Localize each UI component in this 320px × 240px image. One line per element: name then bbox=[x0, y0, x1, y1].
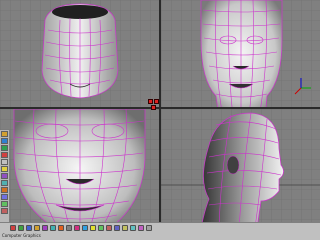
viewport-perspective[interactable] bbox=[0, 0, 159, 118]
cube-icon[interactable] bbox=[1, 194, 8, 200]
undo-icon[interactable] bbox=[10, 225, 16, 231]
timeline-icon[interactable] bbox=[138, 225, 144, 231]
keyframe-icon[interactable] bbox=[130, 225, 136, 231]
tool-palette bbox=[0, 130, 9, 228]
front-zoom-wireframe bbox=[0, 109, 159, 228]
viewport-front[interactable] bbox=[161, 0, 320, 118]
bottom-toolbar bbox=[0, 222, 320, 240]
camera-icon[interactable] bbox=[90, 225, 96, 231]
viewport-divider-vertical[interactable] bbox=[159, 0, 161, 228]
render-icon[interactable] bbox=[1, 180, 8, 186]
light-icon[interactable] bbox=[1, 166, 8, 172]
viewport-controls bbox=[147, 98, 161, 112]
cube-icon[interactable] bbox=[34, 225, 40, 231]
redo-icon[interactable] bbox=[18, 225, 24, 231]
front-wireframe bbox=[161, 0, 320, 118]
texture-icon[interactable] bbox=[106, 225, 112, 231]
torus-icon[interactable] bbox=[58, 225, 64, 231]
cone-icon[interactable] bbox=[1, 208, 8, 214]
render-icon[interactable] bbox=[98, 225, 104, 231]
plane-icon[interactable] bbox=[66, 225, 72, 231]
snap-icon[interactable] bbox=[151, 105, 156, 110]
light-icon[interactable] bbox=[82, 225, 88, 231]
sphere-icon[interactable] bbox=[1, 187, 8, 193]
rotate-icon[interactable] bbox=[1, 145, 8, 151]
settings-icon[interactable] bbox=[146, 225, 152, 231]
scale-icon[interactable] bbox=[1, 152, 8, 158]
perspective-wireframe bbox=[0, 0, 159, 118]
cylinder-icon[interactable] bbox=[42, 225, 48, 231]
record-icon[interactable] bbox=[154, 99, 159, 104]
maximize-icon[interactable] bbox=[148, 99, 153, 104]
bone-icon[interactable] bbox=[114, 225, 120, 231]
material-icon[interactable] bbox=[1, 173, 8, 179]
status-text: Computer Graphics bbox=[2, 233, 41, 238]
material-icon[interactable] bbox=[74, 225, 80, 231]
sphere-icon[interactable] bbox=[26, 225, 32, 231]
3d-modeling-app: Computer Graphics bbox=[0, 0, 320, 240]
move-icon[interactable] bbox=[1, 138, 8, 144]
cylinder-icon[interactable] bbox=[1, 201, 8, 207]
select-icon[interactable] bbox=[1, 131, 8, 137]
viewport-front-zoom[interactable] bbox=[0, 109, 159, 228]
side-wireframe bbox=[161, 109, 320, 228]
animation-icon[interactable] bbox=[122, 225, 128, 231]
viewport-side[interactable] bbox=[161, 109, 320, 228]
cone-icon[interactable] bbox=[50, 225, 56, 231]
camera-icon[interactable] bbox=[1, 159, 8, 165]
